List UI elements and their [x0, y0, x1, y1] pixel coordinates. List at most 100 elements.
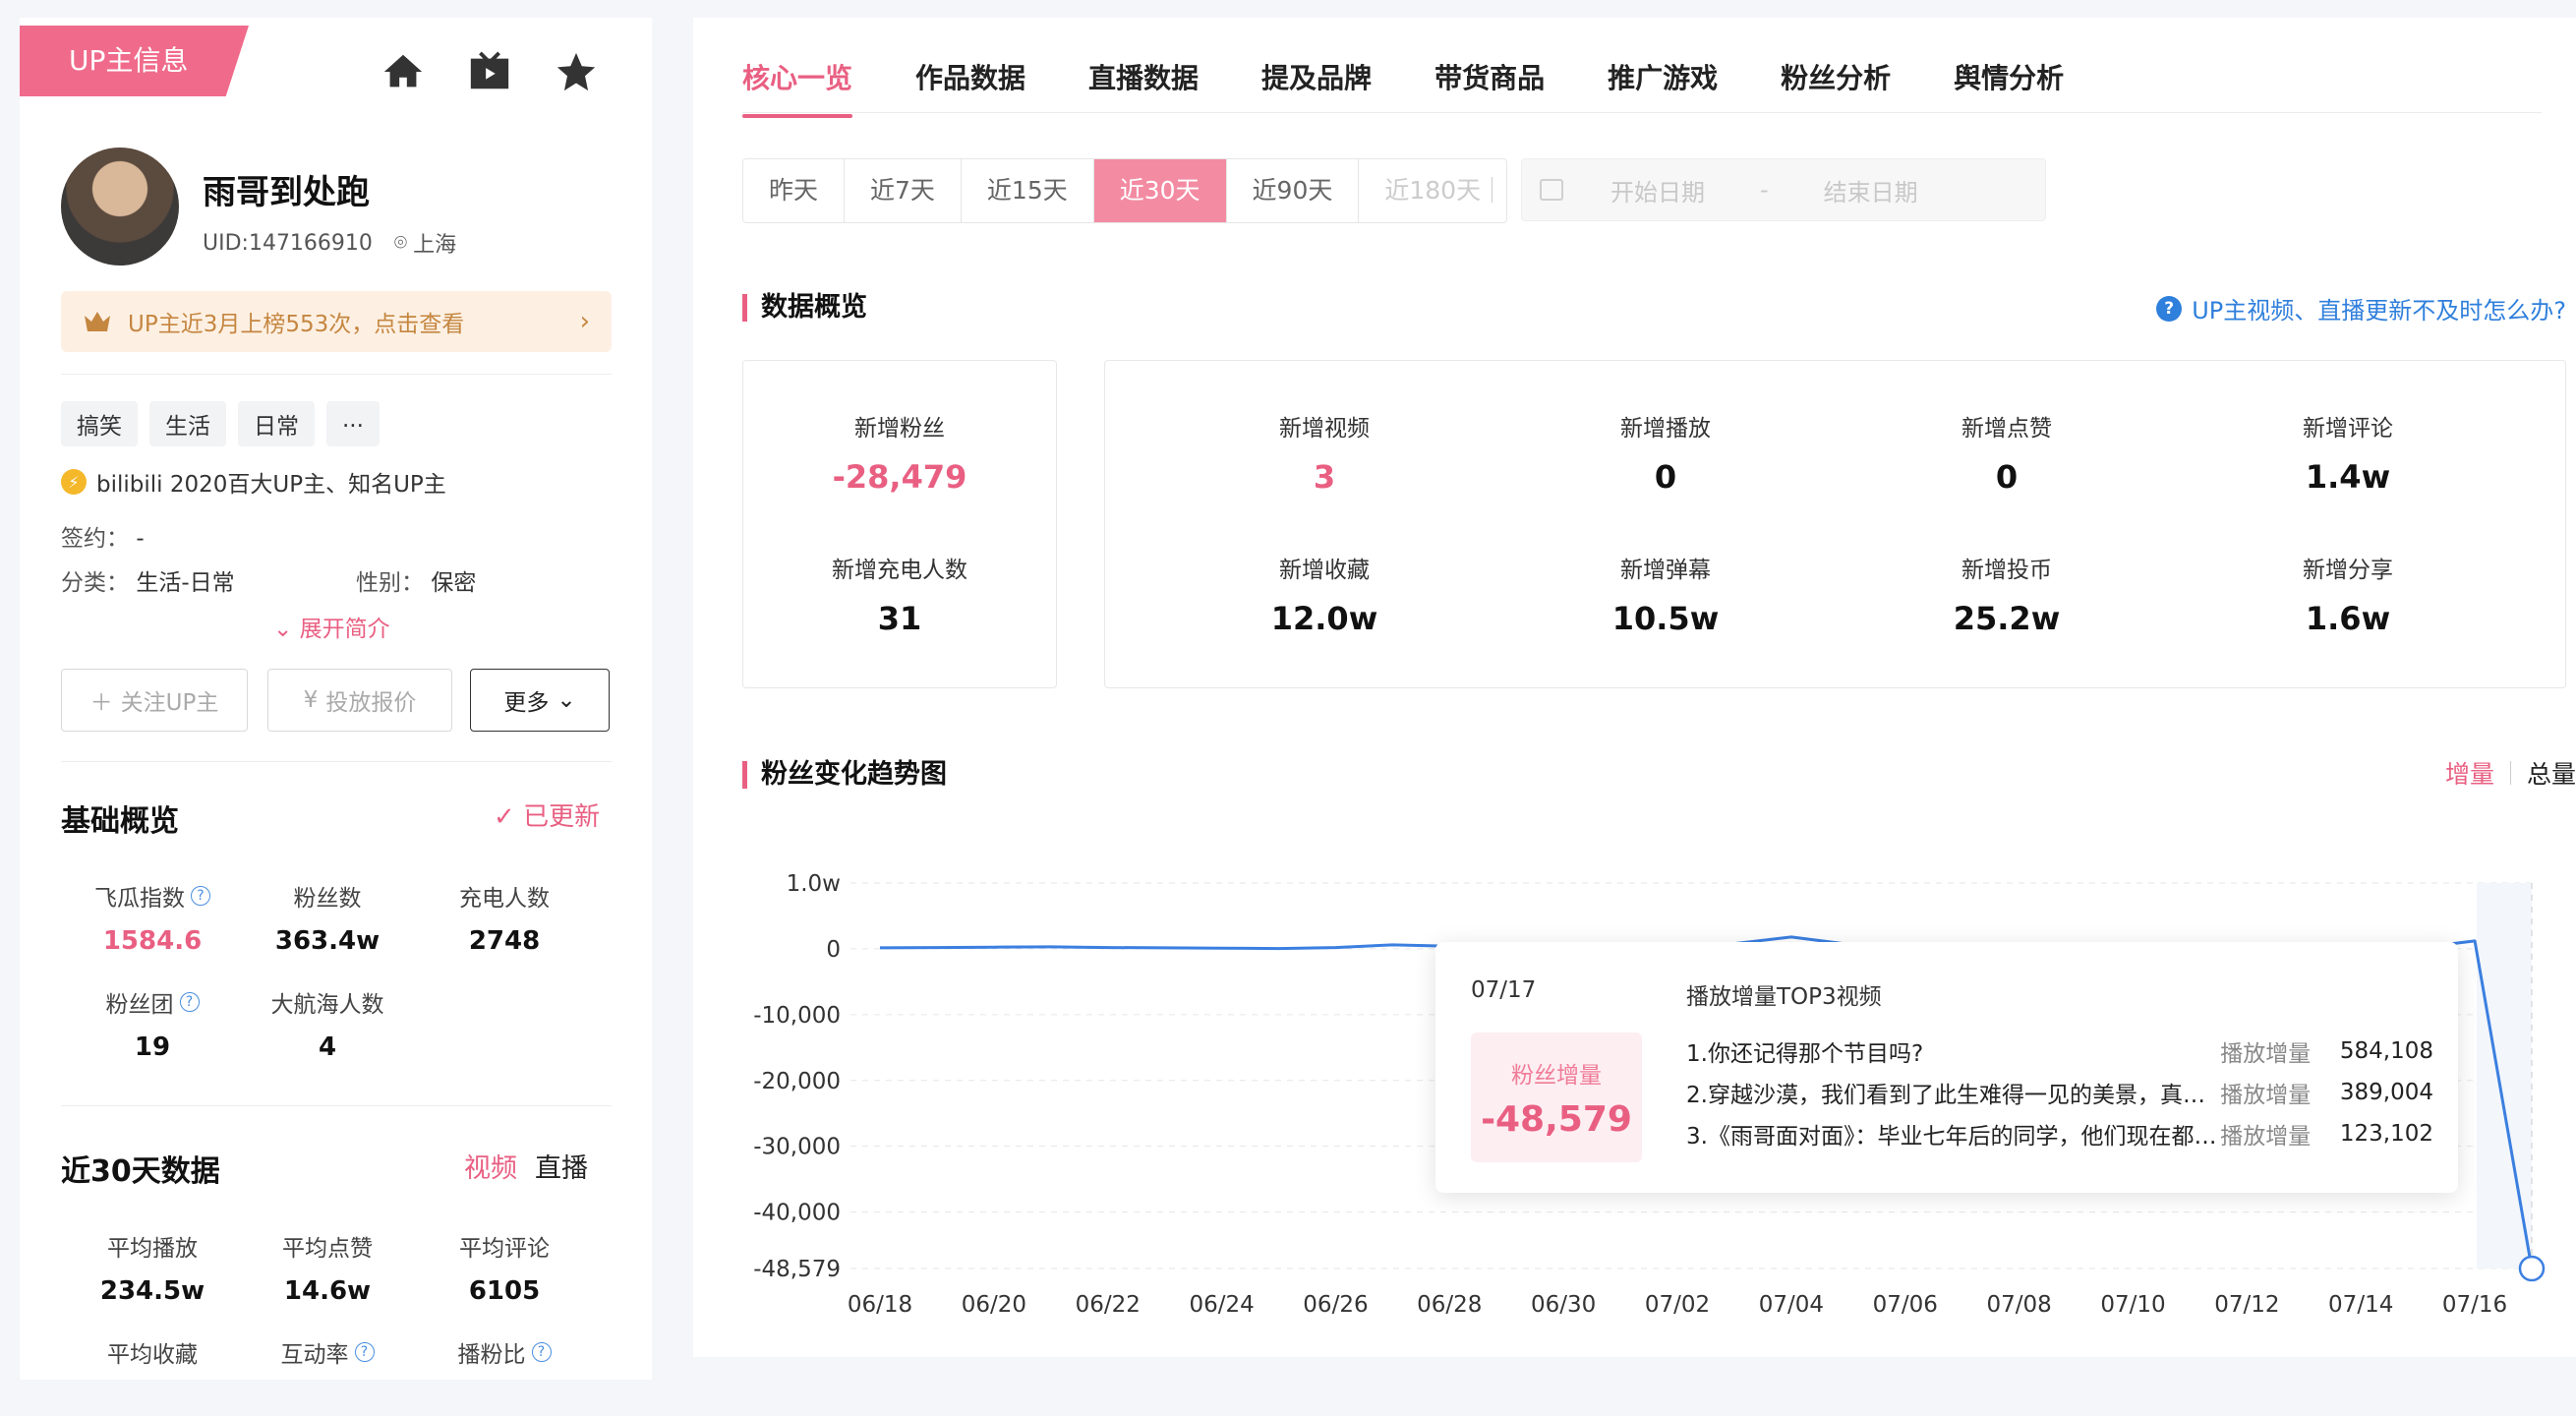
rank-notice-text: UP主近3月上榜553次，点击查看 — [128, 312, 465, 337]
new-plays: 新增播放 0 — [1620, 416, 1711, 496]
x-tick-label: 06/28 — [1417, 1292, 1482, 1318]
tab-video[interactable]: 视频 — [464, 1147, 517, 1185]
divider — [61, 374, 612, 375]
honor-text: bilibili 2020百大UP主、知名UP主 — [96, 472, 446, 498]
tab-goods[interactable]: 带货商品 — [1434, 57, 1545, 118]
tag[interactable]: 生活 — [149, 401, 226, 446]
y-tick-label: -20,000 — [753, 1069, 841, 1094]
range-30d[interactable]: 近30天 — [1093, 159, 1227, 222]
tab-core-overview[interactable]: 核心一览 — [742, 57, 853, 118]
help-icon[interactable]: ? — [531, 1342, 552, 1362]
crown-icon — [85, 312, 110, 331]
tab-live[interactable]: 直播 — [535, 1147, 588, 1185]
avatar[interactable] — [61, 148, 179, 266]
data-point-highlight[interactable] — [2518, 1255, 2546, 1282]
tooltip-title: 播放增量TOP3视频 — [1686, 984, 1882, 1010]
chart-tooltip: 07/17 播放增量TOP3视频 粉丝增量 -48,579 1.你还记得那个节目… — [1435, 942, 2458, 1193]
tab-brands[interactable]: 提及品牌 — [1261, 57, 1372, 118]
start-date[interactable]: 开始日期 — [1610, 173, 1705, 207]
stat-fans: 粉丝数 363.4w — [274, 886, 381, 956]
tag-list: 搞笑 生活 日常 ... — [61, 401, 380, 446]
new-fans: 新增粉丝 -28,479 — [832, 416, 967, 496]
more-button[interactable]: 更多 ⌄ — [470, 669, 610, 732]
end-date[interactable]: 结束日期 — [1824, 173, 1918, 207]
stat-guard: 大航海人数 4 — [270, 992, 384, 1062]
x-tick-label: 06/18 — [848, 1292, 912, 1318]
tab-fans-analysis[interactable]: 粉丝分析 — [1781, 57, 1891, 118]
main-nav: 核心一览 作品数据 直播数据 提及品牌 带货商品 推广游戏 粉丝分析 舆情分析 — [742, 57, 2064, 118]
tab-live-data[interactable]: 直播数据 — [1088, 57, 1199, 118]
help-icon[interactable]: ? — [354, 1342, 375, 1362]
bolt-icon: ⚡ — [61, 469, 87, 495]
range-90d[interactable]: 近90天 — [1227, 159, 1360, 222]
x-tick-label: 06/26 — [1303, 1292, 1368, 1318]
rank-notice-bar[interactable]: UP主近3月上榜553次，点击查看 › — [61, 291, 612, 352]
divider — [61, 761, 612, 762]
tooltip-fans-box: 粉丝增量 -48,579 — [1471, 1032, 1642, 1162]
range-15d[interactable]: 近15天 — [962, 159, 1094, 222]
range-yesterday[interactable]: 昨天 — [743, 159, 846, 222]
tag[interactable]: 日常 — [238, 401, 315, 446]
help-icon[interactable]: ? — [179, 992, 200, 1012]
new-videos: 新增视频 3 — [1279, 416, 1370, 496]
divider — [1492, 177, 1493, 203]
top-icon-group — [381, 49, 599, 94]
stat-charge: 充电人数 2748 — [459, 886, 550, 956]
sign-row: 签约： - — [61, 526, 145, 552]
up-info-tag: UP主信息 — [20, 26, 249, 96]
x-tick-label: 06/20 — [962, 1292, 1026, 1318]
chevron-right-icon: › — [579, 307, 590, 336]
stat-avg-like: 平均点赞 14.6w — [282, 1236, 373, 1306]
toggle-increment[interactable]: 增量 — [2445, 755, 2494, 791]
date-range-picker[interactable]: 开始日期 - 结束日期 — [1521, 158, 2046, 221]
profile: 雨哥到处跑 UID:147166910 ⌾ 上海 — [61, 148, 456, 266]
recent-30d-title: 近30天数据 — [61, 1154, 220, 1189]
range-180d[interactable]: 近180天 — [1359, 159, 1506, 222]
stat-avg-play: 平均播放 234.5w — [99, 1236, 205, 1306]
tab-games[interactable]: 推广游戏 — [1608, 57, 1718, 118]
question-icon: ? — [2156, 295, 2183, 322]
star-icon[interactable] — [554, 49, 599, 94]
video-icon[interactable] — [467, 49, 512, 94]
stat-fan-club: 粉丝团? 19 — [64, 985, 241, 1062]
help-link[interactable]: ? UP主视频、直播更新不及时怎么办? — [2156, 291, 2566, 325]
trend-title: 粉丝变化趋势图 — [742, 761, 947, 789]
range-7d[interactable]: 近7天 — [845, 159, 962, 222]
tag[interactable]: 搞笑 — [61, 401, 138, 446]
expand-intro-link[interactable]: ⌄ 展开简介 — [273, 610, 390, 643]
x-tick-label: 06/30 — [1531, 1292, 1596, 1318]
x-tick-label: 07/04 — [1759, 1292, 1824, 1318]
help-icon[interactable]: ? — [191, 886, 210, 906]
stat-avg-comment: 平均评论 6105 — [459, 1236, 550, 1306]
new-danmaku: 新增弹幕 10.5w — [1611, 558, 1720, 637]
toggle-total[interactable]: 总量 — [2527, 755, 2576, 791]
hover-band — [2477, 883, 2532, 1268]
follow-up-button[interactable]: ＋关注UP主 — [61, 669, 248, 732]
stat-avg-fav: 平均收藏 — [107, 1342, 198, 1368]
calendar-icon — [1540, 179, 1563, 201]
stat-feigua-index: 飞瓜指数? 1584.6 — [64, 879, 241, 956]
plus-icon: ＋ — [89, 690, 113, 716]
chevron-down-icon: ⌄ — [273, 617, 293, 642]
x-tick-label: 07/06 — [1873, 1292, 1938, 1318]
tooltip-video-row[interactable]: 1.你还记得那个节目吗? 播放增量 584,108 — [1686, 1031, 2433, 1072]
tab-works-data[interactable]: 作品数据 — [915, 57, 1025, 118]
price-icon: ¥ — [303, 687, 319, 713]
quote-button[interactable]: ¥ 投放报价 — [267, 669, 452, 732]
x-tick-label: 07/08 — [1986, 1292, 2051, 1318]
up-info-panel: UP主信息 雨哥到处跑 UID:147166910 ⌾ 上海 UP主近3月上榜55… — [20, 18, 652, 1380]
y-tick-label: -48,579 — [753, 1257, 841, 1282]
tag-more[interactable]: ... — [326, 401, 380, 446]
tooltip-video-row[interactable]: 3.《雨哥面对面》：毕业七年后的同学，他们现在都过得怎么样 播放增量 123,1… — [1686, 1113, 2433, 1154]
location: 上海 — [413, 233, 457, 258]
x-tick-label: 07/14 — [2328, 1292, 2393, 1318]
x-tick-label: 07/16 — [2442, 1292, 2507, 1318]
tab-sentiment[interactable]: 舆情分析 — [1954, 57, 2064, 118]
tooltip-video-row[interactable]: 2.穿越沙漠，我们看到了此生难得一见的美景，真是不虚此行 播放增量 389,00… — [1686, 1072, 2433, 1113]
updated-status: ✓ 已更新 — [494, 802, 601, 832]
tooltip-video-list: 1.你还记得那个节目吗? 播放增量 584,108 2.穿越沙漠，我们看到了此生… — [1686, 1031, 2433, 1154]
home-icon[interactable] — [381, 49, 426, 94]
trend-toggle: 增量 总量 — [2445, 755, 2576, 791]
new-coins: 新增投币 25.2w — [1953, 558, 2061, 637]
honor: ⚡ bilibili 2020百大UP主、知名UP主 — [61, 465, 446, 499]
